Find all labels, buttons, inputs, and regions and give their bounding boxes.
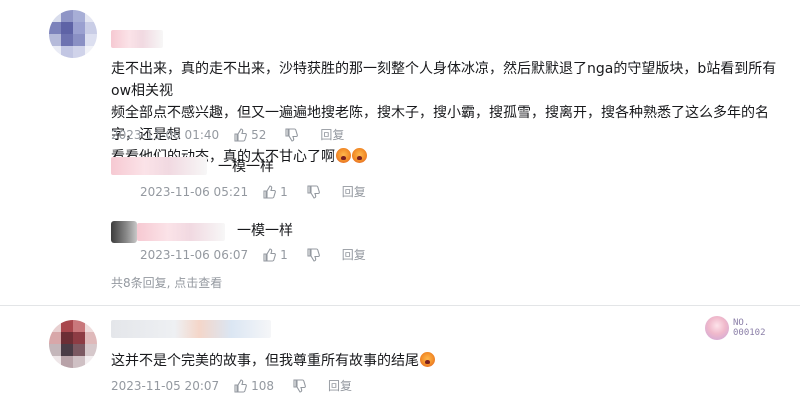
thumb-up-icon xyxy=(263,248,277,262)
avatar[interactable] xyxy=(49,10,97,58)
emoji-icon xyxy=(336,148,351,163)
fan-badge[interactable]: NO. 000102 xyxy=(705,314,775,342)
like-button[interactable]: 1 xyxy=(262,184,288,200)
like-count: 108 xyxy=(251,379,275,393)
dislike-button[interactable] xyxy=(306,185,324,199)
reply-button[interactable]: 回复 xyxy=(342,184,366,200)
reply-avatar[interactable] xyxy=(111,221,137,243)
reply-meta: 2023-11-06 05:21 1 回复 xyxy=(140,184,366,200)
reply-username-blurred[interactable] xyxy=(137,223,225,241)
comment-line-text: 这并不是个完美的故事，但我尊重所有故事的结尾 xyxy=(111,353,419,369)
reply-button[interactable]: 回复 xyxy=(320,127,344,143)
comment-line: 走不出来，真的走不出来，沙特获胜的那一刻整个人身体冰凉，然后默默退了nga的守望… xyxy=(111,61,777,99)
comment-meta: 2023-11-05 20:07 108 回复 xyxy=(111,378,352,394)
thumb-down-icon xyxy=(285,128,299,142)
like-count: 52 xyxy=(251,128,267,142)
username-blurred[interactable] xyxy=(111,30,163,48)
view-more-replies[interactable]: 共8条回复, 点击查看 xyxy=(111,274,222,291)
timestamp: 2023-11-06 01:40 xyxy=(111,128,220,142)
dislike-button[interactable] xyxy=(292,379,310,393)
emoji-icon xyxy=(420,352,435,367)
timestamp: 2023-11-06 06:07 xyxy=(140,248,249,262)
badge-number: NO. 000102 xyxy=(733,318,766,338)
emoji-icon xyxy=(352,148,367,163)
comment-line: 看看他们的动态，真的太不甘心了啊 xyxy=(111,146,791,168)
dislike-button[interactable] xyxy=(306,248,324,262)
like-count: 1 xyxy=(280,248,288,262)
dislike-button[interactable] xyxy=(284,128,302,142)
thumb-down-icon xyxy=(307,185,320,199)
reply-text: 一模一样 xyxy=(218,159,274,175)
reply-meta: 2023-11-06 06:07 1 回复 xyxy=(140,247,366,263)
comment-meta: 2023-11-06 01:40 52 回复 xyxy=(111,127,344,143)
thumb-up-icon xyxy=(263,185,277,199)
reply-button[interactable]: 回复 xyxy=(328,378,352,394)
thumb-down-icon xyxy=(293,379,306,393)
reply-username-blurred[interactable] xyxy=(111,157,207,175)
comment-text: 走不出来，真的走不出来，沙特获胜的那一刻整个人身体冰凉，然后默默退了nga的守望… xyxy=(111,58,791,168)
reply-button[interactable]: 回复 xyxy=(342,247,366,263)
like-button[interactable]: 1 xyxy=(262,247,288,263)
comment-text: 这并不是个完美的故事，但我尊重所有故事的结尾 xyxy=(111,350,435,372)
divider xyxy=(0,305,800,306)
thumb-up-icon xyxy=(234,128,248,142)
like-button[interactable]: 108 xyxy=(233,378,274,394)
timestamp: 2023-11-05 20:07 xyxy=(111,379,220,393)
badge-character-icon xyxy=(705,316,729,340)
reply-text: 一模一样 xyxy=(237,223,293,239)
username-blurred[interactable] xyxy=(111,320,271,338)
avatar[interactable] xyxy=(49,320,97,368)
thumb-down-icon xyxy=(307,248,320,262)
thumb-up-icon xyxy=(234,379,248,393)
like-button[interactable]: 52 xyxy=(233,127,266,143)
timestamp: 2023-11-06 05:21 xyxy=(140,185,249,199)
like-count: 1 xyxy=(280,185,288,199)
